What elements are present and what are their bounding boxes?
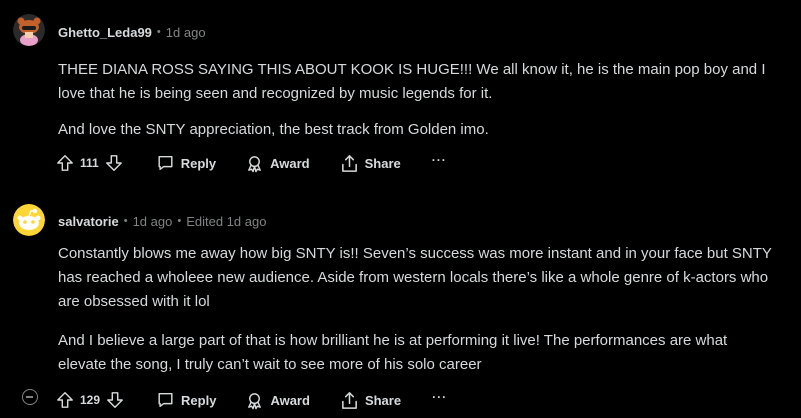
avatar[interactable] — [13, 14, 45, 46]
more-options-button[interactable]: ··· — [432, 154, 447, 171]
share-button[interactable]: Share — [340, 154, 401, 173]
comment-actions: 111 Reply Award Share ··· — [56, 151, 447, 175]
edited-timestamp: Edited 1d ago — [186, 213, 267, 229]
timestamp[interactable]: 1d ago — [166, 25, 206, 40]
separator-dot: • — [156, 26, 161, 38]
award-icon — [248, 392, 262, 409]
comment-header: Ghetto_Leda99 • 1d ago — [58, 22, 206, 42]
award-button[interactable]: Award — [245, 154, 310, 173]
comment-header: salvatorie • 1d ago • Edited 1d ago — [58, 211, 266, 231]
share-button[interactable]: Share — [340, 391, 401, 410]
downvote-icon[interactable] — [106, 391, 124, 409]
reply-label: Reply — [180, 155, 217, 171]
award-label: Award — [270, 155, 310, 171]
vote-score: 111 — [80, 156, 99, 170]
upvote-icon[interactable] — [56, 391, 74, 409]
separator-dot: • — [177, 215, 182, 227]
upvote-icon[interactable] — [56, 154, 74, 172]
share-label: Share — [364, 392, 402, 408]
timestamp[interactable]: 1d ago — [133, 214, 173, 229]
downvote-icon[interactable] — [105, 154, 123, 172]
speech-bubble-icon — [158, 392, 173, 408]
avatar-image — [13, 204, 45, 236]
collapse-minus-icon[interactable] — [22, 389, 38, 405]
separator-dot: • — [123, 215, 128, 227]
share-icon — [341, 154, 357, 172]
vote-score: 129 — [80, 393, 101, 407]
more-options-button[interactable]: ··· — [432, 391, 447, 408]
award-button[interactable]: Award — [245, 391, 310, 410]
share-icon — [342, 391, 357, 409]
comment-paragraph: And I believe a large part of that is ho… — [58, 332, 728, 373]
reply-button[interactable]: Reply — [156, 154, 216, 172]
vote-group: 129 — [56, 391, 124, 409]
award-label: Award — [270, 392, 310, 408]
comment-paragraph: Constantly blows me away how big SNTY is… — [58, 245, 772, 310]
reply-button[interactable]: Reply — [156, 391, 216, 409]
avatar[interactable] — [13, 204, 45, 236]
author-name[interactable]: Ghetto_Leda99 — [58, 25, 152, 40]
speech-bubble-icon — [158, 155, 173, 171]
comment-paragraph: THEE DIANA ROSS SAYING THIS ABOUT KOOK I… — [58, 61, 766, 102]
comment-actions: 129 Reply Award Share ··· — [56, 388, 447, 412]
vote-group: 111 — [56, 154, 123, 172]
reply-label: Reply — [181, 392, 217, 408]
author-name[interactable]: salvatorie — [58, 214, 119, 229]
award-icon — [248, 155, 262, 172]
avatar-image — [13, 14, 45, 46]
comment-paragraph: And love the SNTY appreciation, the best… — [58, 121, 489, 138]
share-label: Share — [364, 155, 401, 171]
